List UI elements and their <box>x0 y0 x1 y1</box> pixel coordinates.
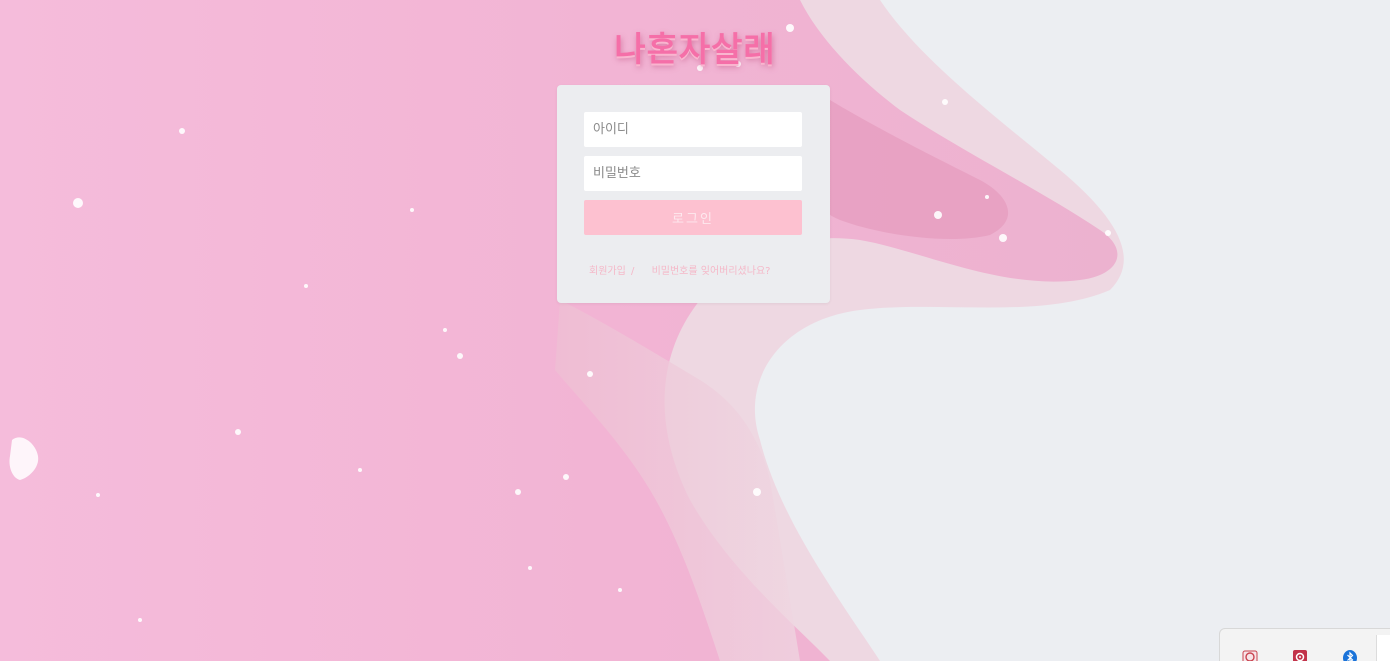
login-card: 로그인 회원가입 / 비밀번호를 잊어버리셨나요? <box>557 85 830 303</box>
login-button[interactable]: 로그인 <box>584 200 802 235</box>
link-separator: / <box>631 266 635 277</box>
account-links: 회원가입 / 비밀번호를 잊어버리셨나요? <box>589 262 770 277</box>
id-input[interactable] <box>584 112 802 147</box>
password-input[interactable] <box>584 156 802 191</box>
app-logo: 나혼자살래 <box>614 30 776 70</box>
signup-link[interactable]: 회원가입 <box>589 262 626 277</box>
settings-app-icon[interactable] <box>1292 649 1308 661</box>
forgot-password-link[interactable]: 비밀번호를 잊어버리셨나요? <box>652 262 771 277</box>
tray-edge <box>1376 635 1390 661</box>
bluetooth-icon[interactable] <box>1342 649 1358 661</box>
system-tray <box>1219 628 1390 661</box>
login-page: 나혼자살래 로그인 회원가입 / 비밀번호를 잊어버리셨나요? <box>0 0 1390 661</box>
app-icon[interactable] <box>1242 649 1258 661</box>
